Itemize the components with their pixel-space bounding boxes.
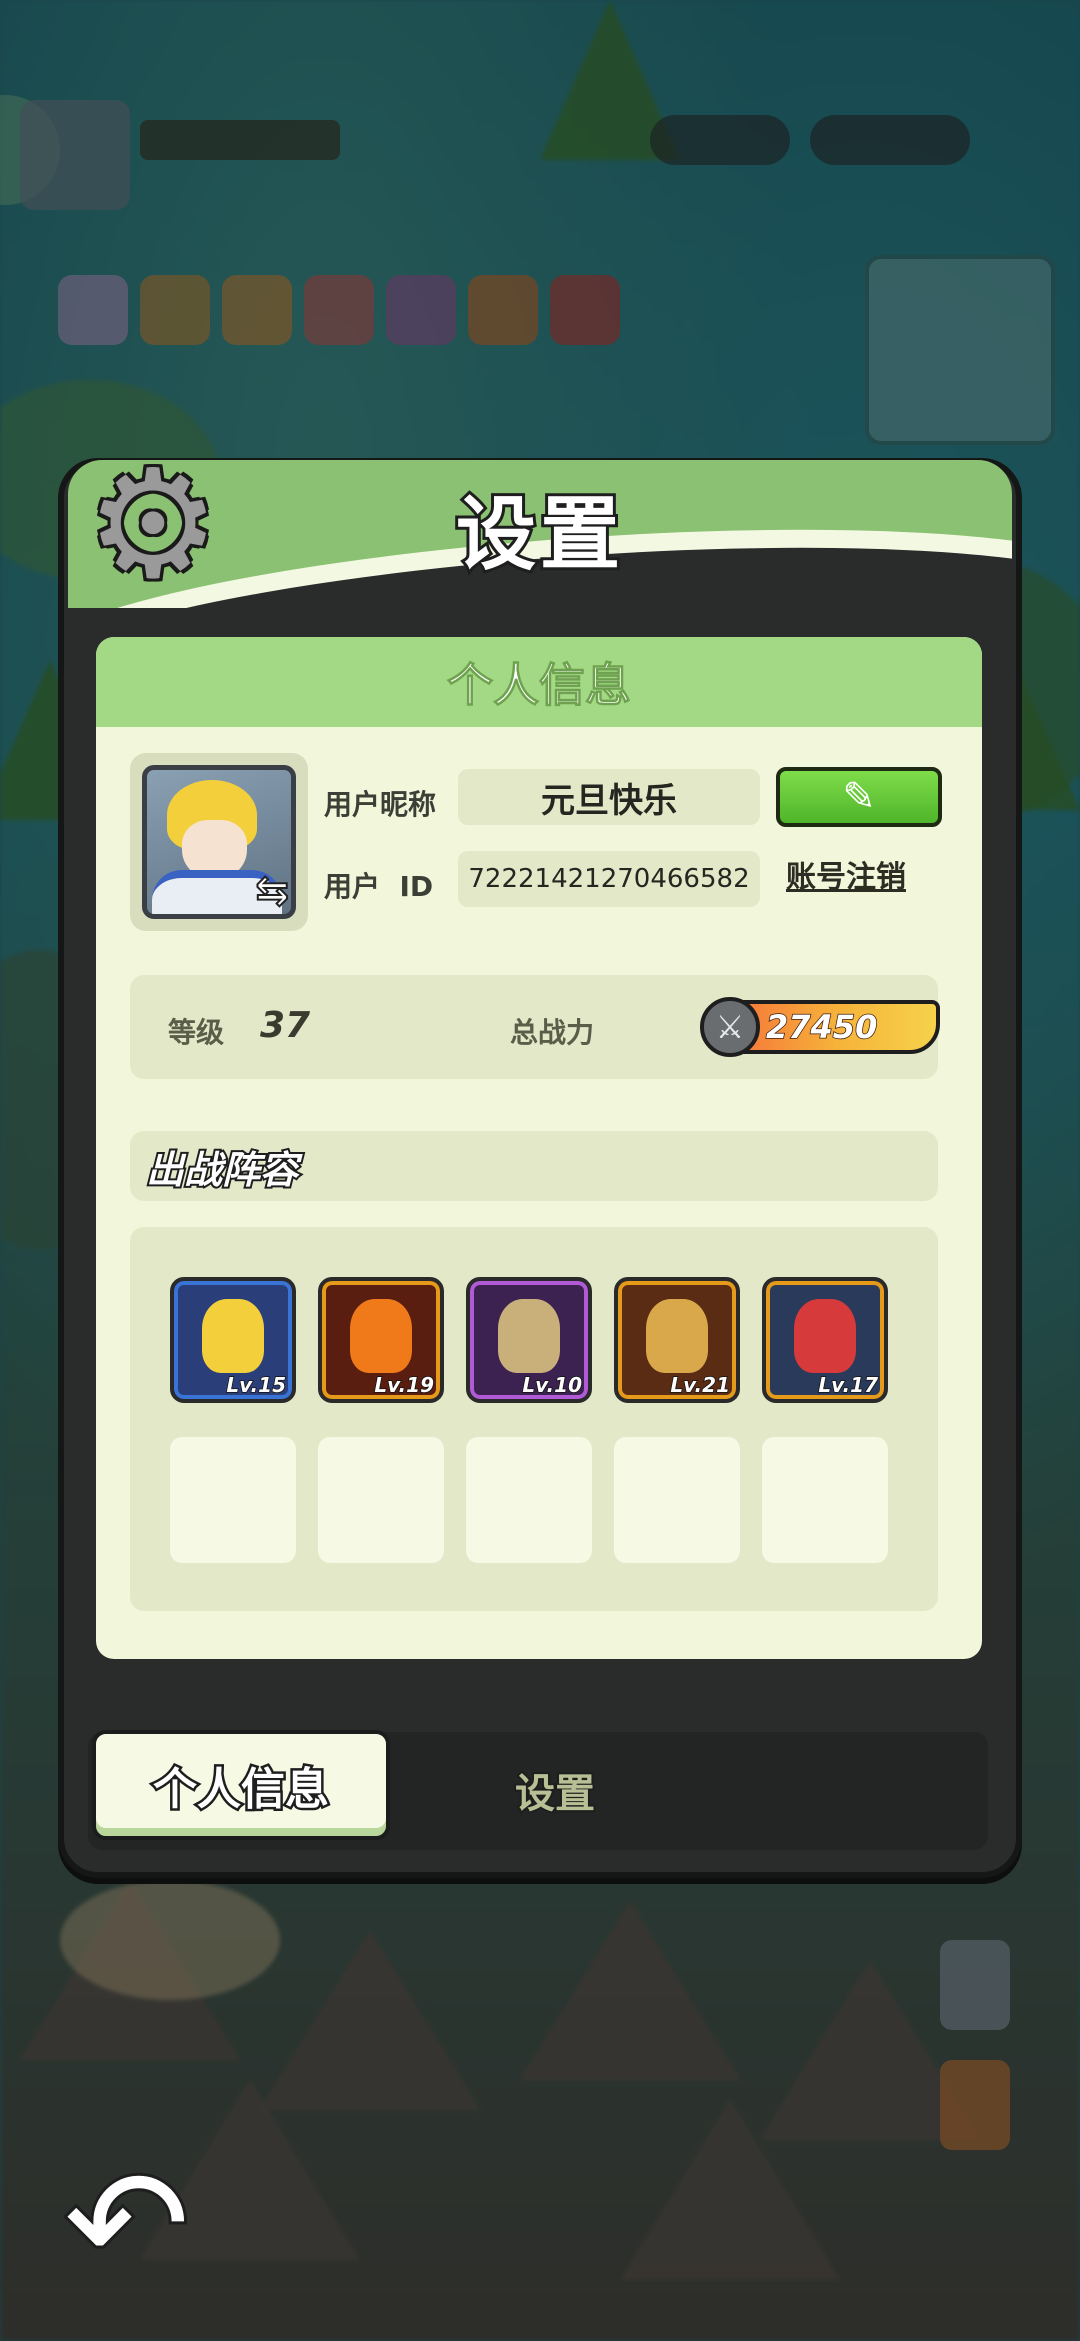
hero-portrait [498,1299,560,1373]
hero-portrait [350,1299,412,1373]
user-id-field: 72221421270466582 [458,851,760,907]
level-value: 37 [260,1005,311,1046]
hero-level-label: Lv.17 [818,1372,879,1398]
hero-level-label: Lv.19 [374,1372,435,1398]
level-label: 等级 [168,1016,225,1049]
hero-slot[interactable]: Lv.17 [762,1277,888,1403]
tab-settings[interactable]: 设置 [400,1740,710,1840]
hero-level-label: Lv.21 [670,1372,731,1398]
panel-title: 设置 [453,485,624,584]
lineup-title: 出战阵容 [130,1131,938,1201]
hero-slot[interactable]: Lv.19 [318,1277,444,1403]
hero-portrait [794,1299,856,1373]
empty-hero-slot[interactable] [762,1437,888,1563]
hero-slot[interactable]: Lv.10 [466,1277,592,1403]
empty-hero-slot[interactable] [614,1437,740,1563]
empty-hero-slot[interactable] [466,1437,592,1563]
nickname-field: 元旦快乐 [458,769,760,825]
nickname-label: 用户昵称 [324,788,437,821]
edit-nickname-button[interactable]: ✎ [776,767,942,827]
avatar[interactable]: ⇆ [130,753,308,931]
hero-level-label: Lv.15 [226,1372,287,1398]
crossed-swords-icon: ⚔ [700,997,760,1057]
hero-portrait [646,1299,708,1373]
swap-icon: ⇆ [254,867,289,914]
empty-hero-slot[interactable] [318,1437,444,1563]
profile-card: 个人信息 ⇆ 用户昵称 元旦快乐 ✎ 用户 ID 722214212704665… [96,637,982,1659]
hero-portrait [202,1299,264,1373]
level-power-row: 等级 37 总战力 27450 ⚔ [130,975,940,1079]
empty-hero-slot[interactable] [170,1437,296,1563]
back-arrow-icon[interactable]: ↶ [52,2147,202,2303]
account-deletion-link[interactable]: 账号注销 [786,852,906,896]
lineup-grid: Lv.15 Lv.19 Lv.10 Lv.21 Lv.17 [130,1227,938,1611]
hero-slot[interactable]: Lv.15 [170,1277,296,1403]
card-title: 个人信息 [96,637,982,727]
user-id-label: 用户 ID [324,870,434,903]
hero-level-label: Lv.10 [522,1372,583,1398]
pencil-icon: ✎ [842,774,876,820]
power-label: 总战力 [510,1016,595,1049]
hero-slot[interactable]: Lv.21 [614,1277,740,1403]
tab-profile-info[interactable]: 个人信息 [92,1730,390,1840]
